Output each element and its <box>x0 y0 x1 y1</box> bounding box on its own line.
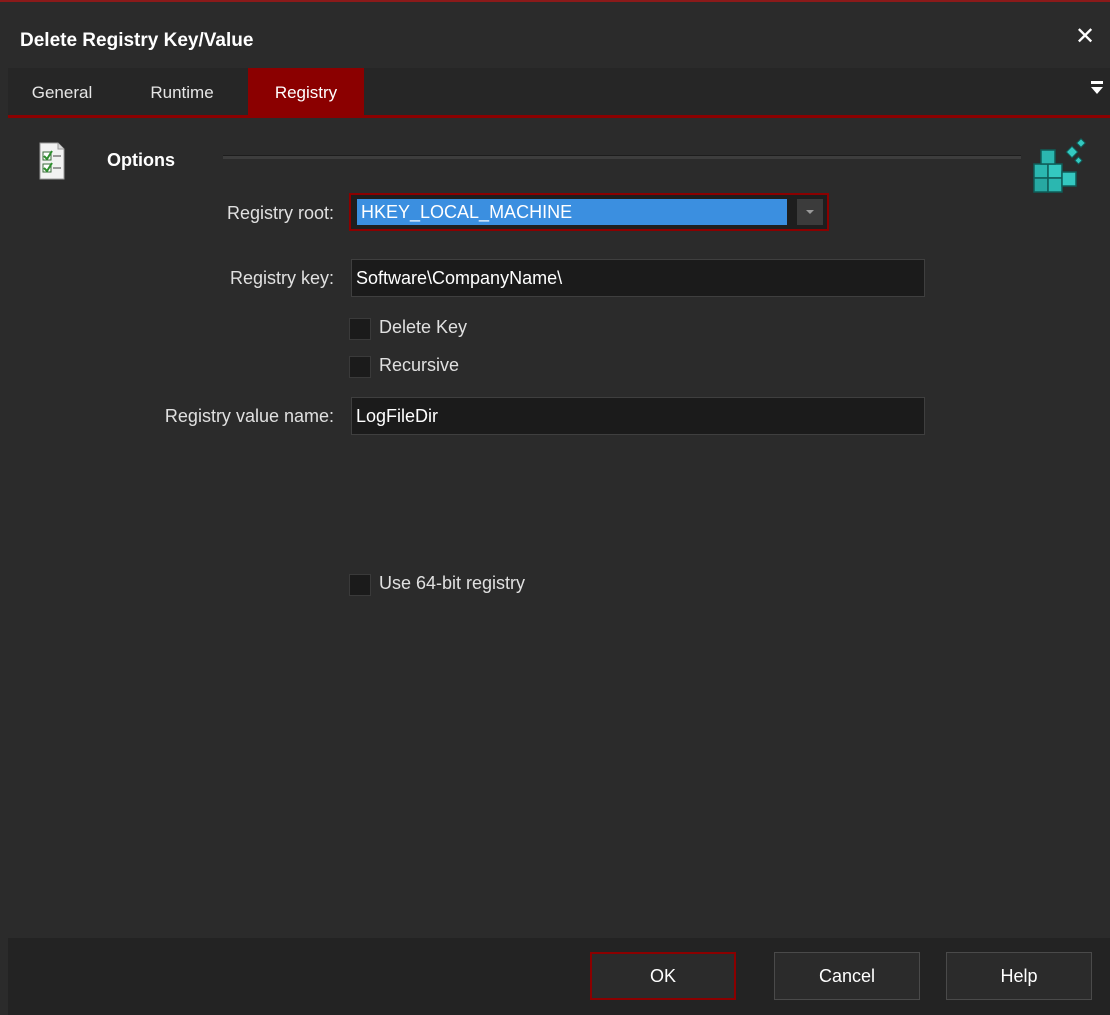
menu-icon[interactable] <box>1091 81 1105 101</box>
recursive-label: Recursive <box>379 355 460 375</box>
chevron-down-icon[interactable] <box>797 199 823 225</box>
registry-value-name-label: Registry value name: <box>164 406 334 426</box>
registry-root-label: Registry root: <box>226 203 334 223</box>
use-64bit-label: Use 64-bit registry <box>379 573 526 593</box>
checklist-icon <box>38 142 66 180</box>
options-section-title: Options <box>107 150 175 170</box>
help-button[interactable]: Help <box>946 952 1092 1000</box>
delete-key-label: Delete Key <box>379 317 468 337</box>
section-divider <box>223 155 1021 159</box>
window-title: Delete Registry Key/Value <box>20 30 254 51</box>
cancel-button[interactable]: Cancel <box>774 952 920 1000</box>
title-bar: Delete Registry Key/Value ✕ <box>0 2 1110 68</box>
delete-key-checkbox[interactable] <box>349 318 371 340</box>
registry-key-label: Registry key: <box>229 268 334 288</box>
tab-runtime[interactable]: Runtime <box>132 68 232 115</box>
close-icon[interactable]: ✕ <box>1072 24 1098 50</box>
registry-value-name-input[interactable]: LogFileDir <box>351 397 925 435</box>
use-64bit-checkbox[interactable] <box>349 574 371 596</box>
tab-bar: General Runtime Registry <box>8 68 1110 118</box>
registry-tab-content: Options Registry root: HKEY_LOCAL_MACHIN… <box>8 118 1110 938</box>
registry-key-input[interactable]: Software\CompanyName\ <box>351 259 925 297</box>
tab-general[interactable]: General <box>8 68 116 115</box>
recursive-checkbox[interactable] <box>349 356 371 378</box>
ok-button[interactable]: OK <box>590 952 736 1000</box>
button-bar: OK Cancel Help <box>8 938 1110 1015</box>
registry-root-value: HKEY_LOCAL_MACHINE <box>357 199 787 225</box>
registry-root-dropdown[interactable]: HKEY_LOCAL_MACHINE <box>349 193 829 231</box>
dialog-window: Delete Registry Key/Value ✕ General Runt… <box>0 0 1110 1015</box>
tab-registry[interactable]: Registry <box>248 68 364 115</box>
registry-cubes-icon <box>1030 138 1088 196</box>
